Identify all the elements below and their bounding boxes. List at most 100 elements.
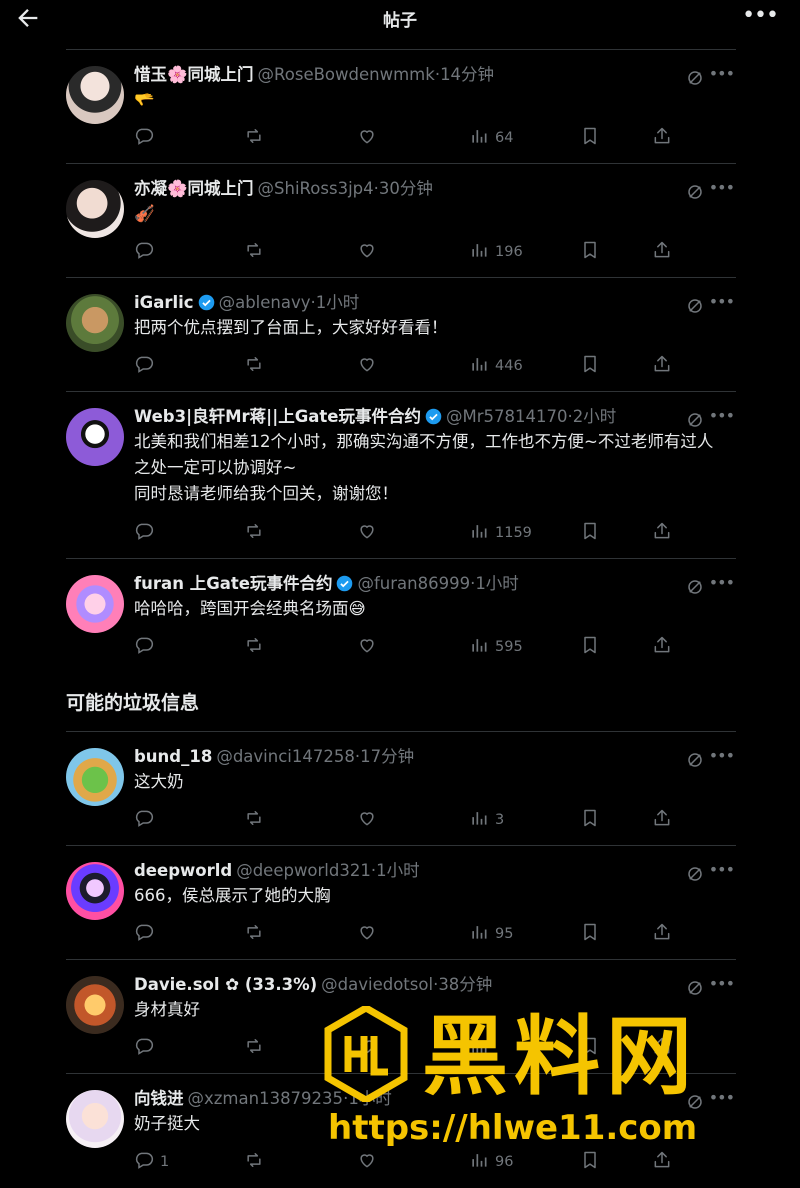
more-icon[interactable]: ••• [709,974,735,993]
post-time[interactable]: 2小时 [573,407,617,426]
bookmark-button[interactable] [580,354,600,378]
author-name[interactable]: Web3|良轩Mr蒋||上Gate玩事件合约 [134,407,421,426]
views-button[interactable]: 196 [469,240,523,264]
views-button[interactable]: 595 [469,635,523,659]
more-icon[interactable]: ••• [709,178,735,197]
bookmark-button[interactable] [580,521,600,545]
post-time[interactable]: 14分钟 [440,65,494,84]
views-button[interactable]: 446 [469,354,523,378]
grok-icon[interactable] [686,578,704,596]
repost-button[interactable] [244,1036,270,1060]
post[interactable]: iGarlic @ablenavy·1小时 ••• 把两个优点摆到了台面上，大家好好看… [66,292,736,384]
reply-button[interactable]: 1 [134,1150,169,1174]
reply-button[interactable] [134,922,160,946]
author-handle[interactable]: @Mr57814170·2小时 [446,407,616,426]
author-name[interactable]: 向钱进 [134,1089,184,1108]
reply-button[interactable] [134,808,160,832]
like-button[interactable] [357,922,383,946]
grok-icon[interactable] [686,69,704,87]
repost-button[interactable] [244,922,270,946]
like-button[interactable] [357,635,383,659]
avatar[interactable] [66,408,124,466]
share-button[interactable] [652,635,672,659]
share-button[interactable] [652,126,672,150]
more-options-icon[interactable]: ••• [742,3,779,28]
like-button[interactable] [357,808,383,832]
grok-icon[interactable] [686,183,704,201]
repost-button[interactable] [244,521,270,545]
grok-icon[interactable] [686,411,704,429]
author-name[interactable]: 惜玉🌸同城上门 [134,65,254,84]
more-icon[interactable]: ••• [709,292,735,311]
views-button[interactable]: 1159 [469,521,532,545]
repost-button[interactable] [244,354,270,378]
post-time[interactable]: 30分钟 [379,179,433,198]
share-button[interactable] [652,240,672,264]
avatar[interactable] [66,976,124,1034]
avatar[interactable] [66,66,124,124]
author-name[interactable]: deepworld [134,861,232,880]
reply-button[interactable] [134,521,160,545]
grok-icon[interactable] [686,865,704,883]
more-icon[interactable]: ••• [709,573,735,592]
like-button[interactable] [357,354,383,378]
author-name[interactable]: iGarlic [134,293,194,312]
author-name[interactable]: 亦凝🌸同城上门 [134,179,254,198]
author-handle[interactable]: @RoseBowdenwmmk·14分钟 [258,65,495,84]
share-button[interactable] [652,808,672,832]
avatar[interactable] [66,748,124,806]
bookmark-button[interactable] [580,922,600,946]
post-time[interactable]: 1小时 [475,574,519,593]
author-handle[interactable]: @ShiRoss3jp4·30分钟 [258,179,433,198]
bookmark-button[interactable] [580,635,600,659]
like-button[interactable] [357,126,383,150]
reply-button[interactable] [134,126,160,150]
reply-button[interactable] [134,635,160,659]
reply-button[interactable] [134,240,160,264]
author-name[interactable]: bund_18 [134,747,212,766]
post-time[interactable]: 1小时 [376,861,420,880]
author-handle[interactable]: @davinci147258·17分钟 [216,747,414,766]
more-icon[interactable]: ••• [709,746,735,765]
grok-icon[interactable] [686,751,704,769]
avatar[interactable] [66,575,124,633]
reply-button[interactable] [134,1036,160,1060]
author-name[interactable]: furan 上Gate玩事件合约 [134,574,332,593]
avatar[interactable] [66,862,124,920]
author-name[interactable]: Davie.sol ✿ (33.3%) [134,975,317,994]
more-icon[interactable]: ••• [709,64,735,83]
more-icon[interactable]: ••• [709,860,735,879]
post[interactable]: 亦凝🌸同城上门 @ShiRoss3jp4·30分钟 ••• 🎻 196 [66,178,736,270]
post-time[interactable]: 1小时 [316,293,360,312]
share-button[interactable] [652,922,672,946]
post[interactable]: furan 上Gate玩事件合约 @furan86999·1小时 ••• 哈哈哈，跨国… [66,573,736,665]
post-time[interactable]: 17分钟 [360,747,414,766]
post[interactable]: 惜玉🌸同城上门 @RoseBowdenwmmk·14分钟 ••• 🫳 64 [66,64,736,156]
avatar[interactable] [66,180,124,238]
repost-button[interactable] [244,1150,270,1174]
repost-button[interactable] [244,240,270,264]
reply-button[interactable] [134,354,160,378]
grok-icon[interactable] [686,297,704,315]
views-button[interactable]: 3 [469,808,504,832]
post[interactable]: Web3|良轩Mr蒋||上Gate玩事件合约 @Mr57814170·2小时 •••… [66,406,736,551]
views-button[interactable]: 64 [469,126,513,150]
share-button[interactable] [652,521,672,545]
more-icon[interactable]: ••• [709,406,735,425]
share-button[interactable] [652,354,672,378]
avatar[interactable] [66,294,124,352]
repost-button[interactable] [244,126,270,150]
repost-button[interactable] [244,635,270,659]
post[interactable]: deepworld @deepworld321·1小时 ••• 666，侯总展示了她的… [66,860,736,952]
bookmark-button[interactable] [580,808,600,832]
author-handle[interactable]: @furan86999·1小时 [357,574,518,593]
like-button[interactable] [357,240,383,264]
like-button[interactable] [357,521,383,545]
bookmark-button[interactable] [580,126,600,150]
bookmark-button[interactable] [580,240,600,264]
author-handle[interactable]: @deepworld321·1小时 [236,861,419,880]
author-handle[interactable]: @ablenavy·1小时 [219,293,360,312]
post[interactable]: bund_18 @davinci147258·17分钟 ••• 这大奶 3 [66,746,736,838]
repost-button[interactable] [244,808,270,832]
avatar[interactable] [66,1090,124,1148]
